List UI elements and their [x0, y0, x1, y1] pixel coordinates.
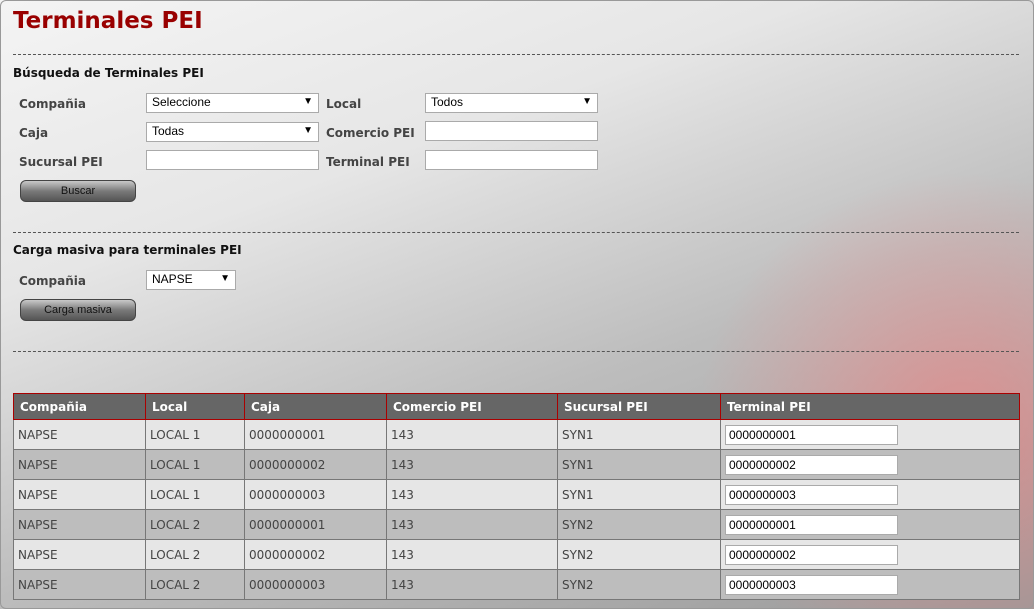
table-cell: LOCAL 2	[145, 509, 245, 540]
table-cell: 143	[386, 419, 558, 450]
table-cell: LOCAL 1	[145, 479, 245, 510]
table-cell: LOCAL 2	[145, 569, 245, 600]
table-cell: 0000000003	[244, 479, 387, 510]
caja-label: Caja	[19, 126, 49, 140]
terminal-cell	[720, 479, 1020, 510]
divider	[13, 351, 1019, 352]
terminal-input[interactable]	[425, 150, 598, 170]
table-row: NAPSE LOCAL 2 0000000001 143 SYN2	[13, 509, 1020, 540]
terminal-cell	[720, 569, 1020, 600]
divider	[13, 232, 1019, 233]
table-cell: SYN2	[557, 539, 721, 570]
caja-value: Todas	[152, 124, 185, 138]
local-label: Local	[326, 97, 362, 111]
terminal-pei-input[interactable]	[725, 424, 898, 445]
compania-select[interactable]: Seleccione ▼	[146, 93, 319, 113]
table-cell: LOCAL 1	[145, 449, 245, 480]
table-cell: NAPSE	[13, 419, 146, 450]
bulk-heading: Carga masiva para terminales PEI	[13, 243, 242, 257]
table-row: NAPSE LOCAL 1 0000000003 143 SYN1	[13, 479, 1020, 510]
table-row: NAPSE LOCAL 2 0000000003 143 SYN2	[13, 569, 1020, 600]
table-cell: SYN1	[557, 419, 721, 450]
table-cell: 143	[386, 479, 558, 510]
table-cell: SYN2	[557, 569, 721, 600]
terminal-pei-input[interactable]	[725, 544, 898, 565]
chevron-down-icon: ▼	[220, 273, 230, 284]
column-header: Comercio PEI	[386, 393, 558, 420]
divider	[13, 54, 1019, 55]
terminals-table: Compañia Local Caja Comercio PEI Sucursal PE…	[13, 393, 1020, 600]
table-cell: NAPSE	[13, 509, 146, 540]
bulk-compania-label: Compañia	[19, 274, 86, 288]
chevron-down-icon: ▼	[303, 96, 313, 107]
table-cell: 0000000002	[244, 449, 387, 480]
column-header: Compañia	[13, 393, 146, 420]
local-value: Todos	[431, 95, 464, 109]
search-heading: Búsqueda de Terminales PEI	[13, 66, 204, 80]
table-cell: 0000000003	[244, 569, 387, 600]
table-cell: 143	[386, 449, 558, 480]
carga-masiva-button[interactable]: Carga masiva	[20, 299, 136, 321]
terminal-cell	[720, 509, 1020, 540]
caja-select[interactable]: Todas ▼	[146, 122, 319, 142]
bulk-compania-value: NAPSE	[152, 272, 193, 286]
table-cell: 0000000002	[244, 539, 387, 570]
column-header: Terminal PEI	[720, 393, 1020, 420]
column-header: Sucursal PEI	[557, 393, 721, 420]
table-cell: 143	[386, 569, 558, 600]
terminal-pei-input[interactable]	[725, 514, 898, 535]
table-cell: NAPSE	[13, 479, 146, 510]
table-cell: NAPSE	[13, 539, 146, 570]
terminal-pei-input[interactable]	[725, 574, 898, 595]
terminal-label: Terminal PEI	[326, 155, 410, 169]
terminal-cell	[720, 449, 1020, 480]
table-row: NAPSE LOCAL 1 0000000001 143 SYN1	[13, 419, 1020, 450]
chevron-down-icon: ▼	[303, 125, 313, 136]
column-header: Caja	[244, 393, 387, 420]
column-header: Local	[145, 393, 245, 420]
table-header-row: Compañia Local Caja Comercio PEI Sucursal PE…	[13, 393, 1020, 420]
table-row: NAPSE LOCAL 2 0000000002 143 SYN2	[13, 539, 1020, 570]
table-cell: SYN1	[557, 479, 721, 510]
table-cell: NAPSE	[13, 569, 146, 600]
sucursal-label: Sucursal PEI	[19, 155, 103, 169]
comercio-input[interactable]	[425, 121, 598, 141]
compania-label: Compañia	[19, 97, 86, 111]
terminal-cell	[720, 419, 1020, 450]
page-title: Terminales PEI	[13, 8, 203, 34]
table-cell: SYN1	[557, 449, 721, 480]
chevron-down-icon: ▼	[582, 96, 592, 107]
table-row: NAPSE LOCAL 1 0000000002 143 SYN1	[13, 449, 1020, 480]
compania-value: Seleccione	[152, 95, 211, 109]
table-cell: NAPSE	[13, 449, 146, 480]
terminal-pei-input[interactable]	[725, 454, 898, 475]
bulk-compania-select[interactable]: NAPSE ▼	[146, 270, 236, 290]
table-cell: LOCAL 2	[145, 539, 245, 570]
table-cell: 143	[386, 539, 558, 570]
terminal-cell	[720, 539, 1020, 570]
table-cell: 0000000001	[244, 419, 387, 450]
table-cell: SYN2	[557, 509, 721, 540]
local-select[interactable]: Todos ▼	[425, 93, 598, 113]
table-cell: 143	[386, 509, 558, 540]
table-cell: LOCAL 1	[145, 419, 245, 450]
table-cell: 0000000001	[244, 509, 387, 540]
buscar-button[interactable]: Buscar	[20, 180, 136, 202]
terminal-pei-input[interactable]	[725, 484, 898, 505]
comercio-label: Comercio PEI	[326, 126, 415, 140]
sucursal-input[interactable]	[146, 150, 319, 170]
